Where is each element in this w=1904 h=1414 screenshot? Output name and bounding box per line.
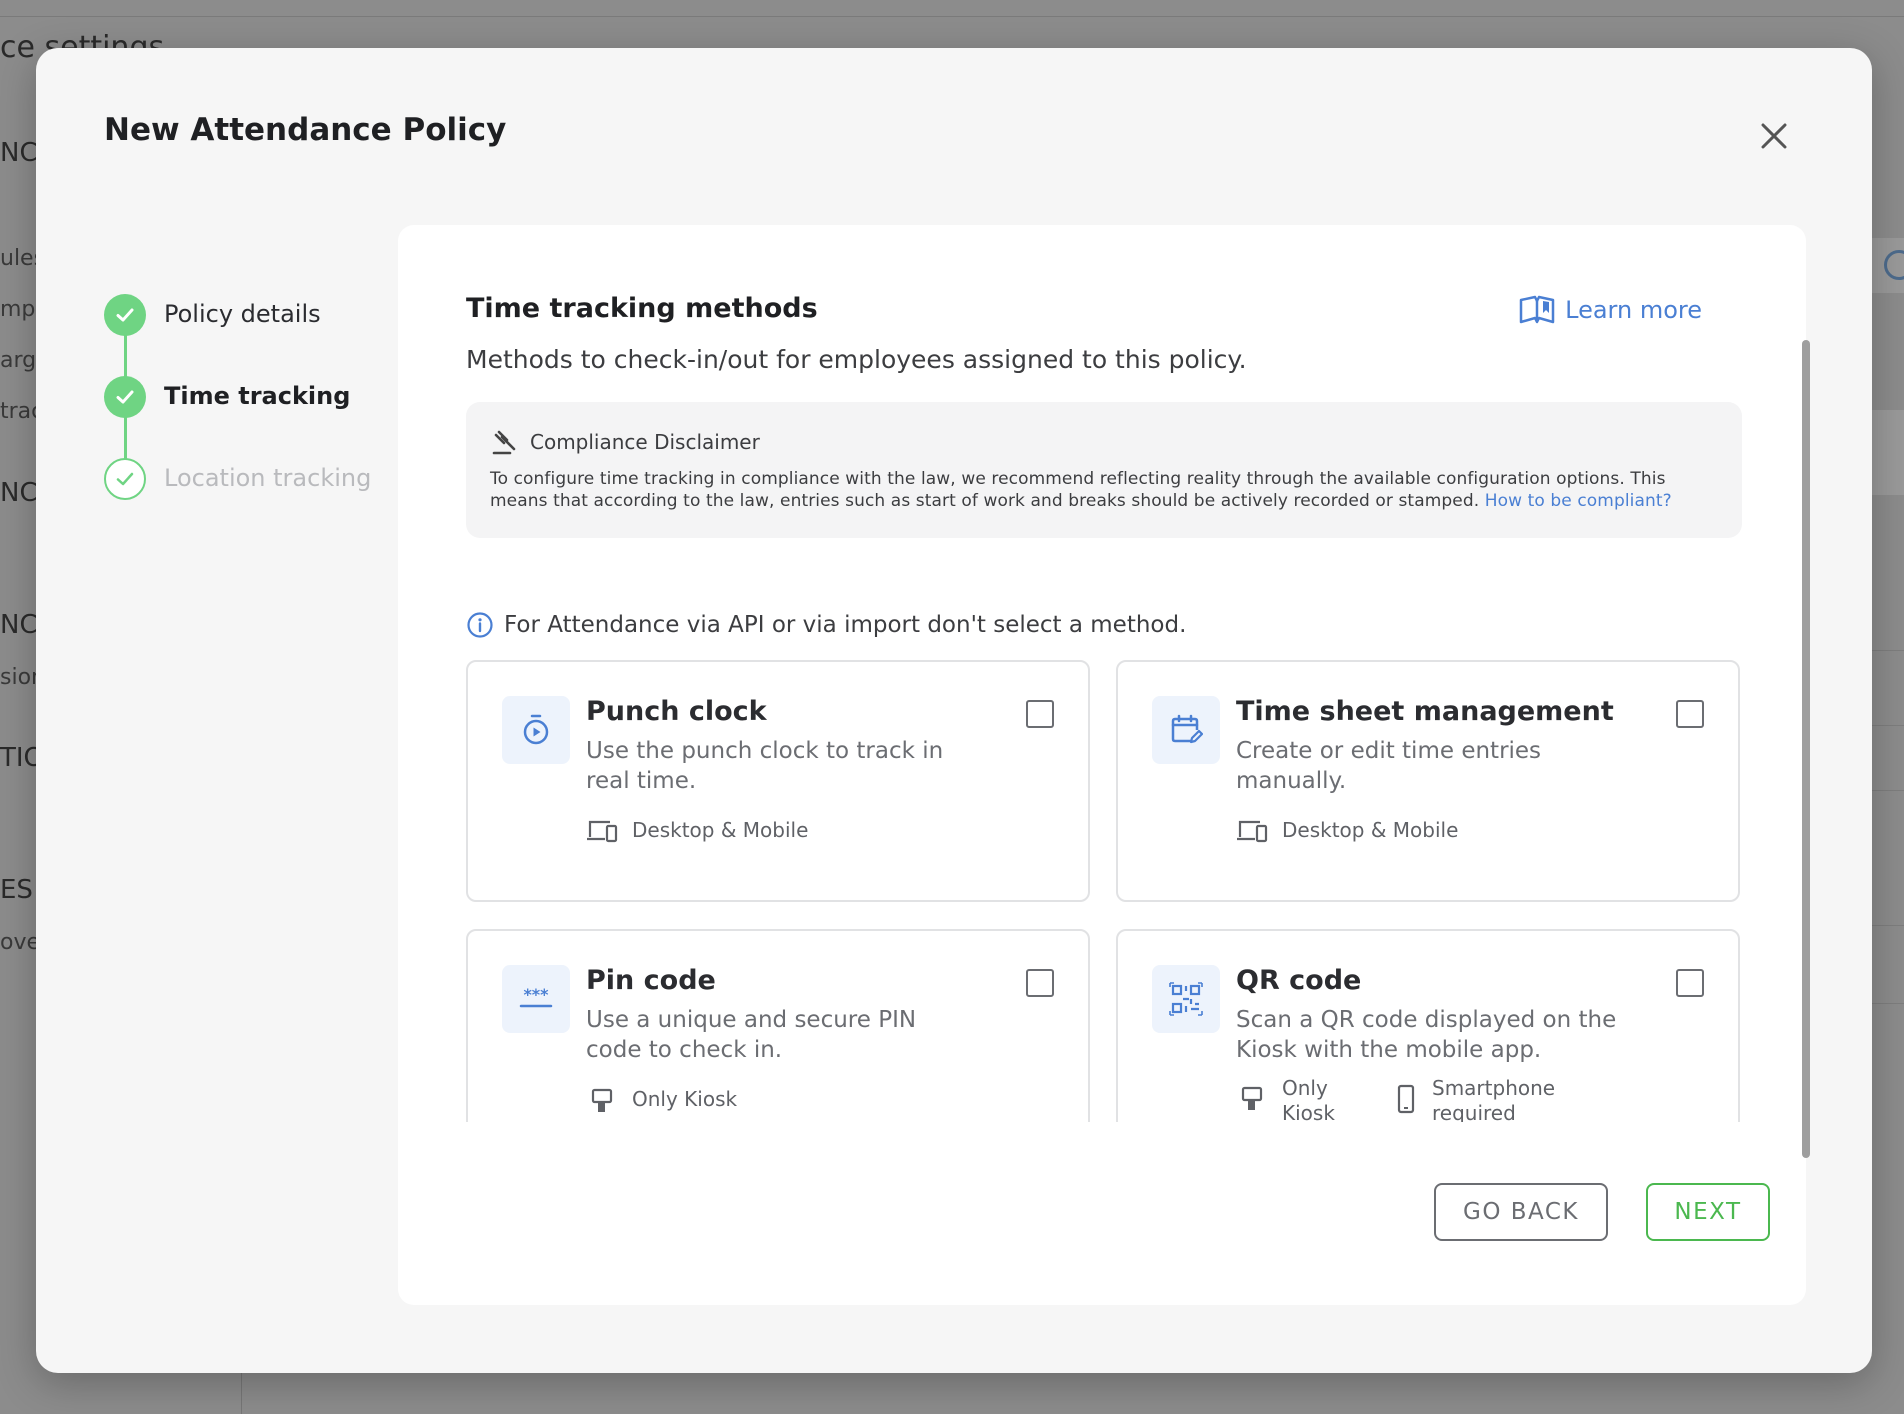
device-tag: Desktop & Mobile: [586, 818, 808, 843]
section-title: Time tracking methods: [466, 293, 818, 324]
kiosk-icon: [1241, 1086, 1263, 1110]
background-section-label: ES: [0, 875, 33, 905]
learn-more-label: Learn more: [1565, 296, 1702, 324]
background-divider: [241, 1370, 242, 1414]
device-label: Smartphone required: [1432, 1076, 1555, 1122]
method-title: Punch clock: [586, 696, 767, 727]
device-tag: Only Kiosk: [1236, 1076, 1335, 1122]
punch-clock-checkbox[interactable]: [1026, 700, 1054, 728]
device-label-line: Kiosk: [1282, 1101, 1335, 1122]
next-button[interactable]: NEXT: [1646, 1183, 1770, 1241]
pin-code-icon: ***: [519, 985, 553, 1008]
method-icon-container: ***: [502, 965, 570, 1033]
smartphone-icon: [1397, 1084, 1415, 1114]
kiosk-icon: [591, 1088, 613, 1112]
learn-more-link[interactable]: Learn more: [1519, 295, 1702, 325]
device-tag: Only Kiosk: [586, 1087, 737, 1114]
qr-code-checkbox[interactable]: [1676, 969, 1704, 997]
content-scrollbar[interactable]: [1802, 340, 1810, 1158]
device-label: Only Kiosk: [1282, 1076, 1335, 1122]
method-card-pin-code[interactable]: *** Pin code Use a unique and secure PIN…: [466, 929, 1090, 1122]
step-complete-indicator: [104, 376, 146, 418]
new-attendance-policy-modal: New Attendance Policy Policy details Tim…: [36, 48, 1872, 1373]
method-title: Time sheet management: [1236, 696, 1614, 727]
device-tag: Smartphone required: [1394, 1076, 1555, 1122]
device-label: Only Kiosk: [632, 1087, 738, 1111]
checkmark-icon: [116, 308, 134, 322]
device-label: Desktop & Mobile: [1282, 818, 1459, 842]
step-label: Location tracking: [164, 464, 372, 492]
time-sheet-management-checkbox[interactable]: [1676, 700, 1704, 728]
step-pending-indicator: [104, 458, 146, 500]
device-label-line: Smartphone: [1432, 1076, 1556, 1100]
checkmark-icon: [116, 390, 134, 404]
device-label-line: required: [1432, 1101, 1516, 1122]
qr-code-icon: [1169, 982, 1203, 1016]
gavel-icon: [492, 430, 516, 455]
disclaimer-title: Compliance Disclaimer: [530, 430, 760, 454]
go-back-button[interactable]: GO BACK: [1434, 1183, 1608, 1241]
desktop-mobile-icon: [587, 820, 618, 843]
method-card-time-sheet-management[interactable]: Time sheet management Create or edit tim…: [1116, 660, 1740, 902]
method-card-punch-clock[interactable]: Punch clock Use the punch clock to track…: [466, 660, 1090, 902]
method-icon-container: [502, 696, 570, 764]
method-title: QR code: [1236, 965, 1362, 996]
pin-code-checkbox[interactable]: [1026, 969, 1054, 997]
checkmark-icon: [116, 472, 134, 486]
modal-title: New Attendance Policy: [104, 112, 507, 148]
device-label: Desktop & Mobile: [632, 818, 809, 842]
step-connector: [124, 334, 127, 378]
method-description: Use a unique and secure PIN code to chec…: [586, 1007, 917, 1063]
background-item: arg: [0, 348, 37, 373]
step-label: Policy details: [164, 300, 321, 328]
step-label: Time tracking: [164, 382, 351, 410]
section-subtitle: Methods to check-in/out for employees as…: [466, 345, 1247, 374]
method-icon-container: [1152, 696, 1220, 764]
method-description: Scan a QR code displayed on the Kiosk wi…: [1236, 1007, 1617, 1063]
desktop-mobile-icon: [1237, 820, 1268, 843]
method-description: Use the punch clock to track in real tim…: [586, 738, 944, 794]
open-book-icon: [1519, 295, 1555, 324]
how-to-be-compliant-link[interactable]: How to be compliant?: [1485, 491, 1672, 511]
step-complete-indicator: [104, 294, 146, 336]
close-icon: [1761, 123, 1787, 149]
device-tag: Desktop & Mobile: [1236, 818, 1458, 843]
step-connector: [124, 416, 127, 460]
method-icon-container: [1152, 965, 1220, 1033]
info-text: For Attendance via API or via import don…: [504, 612, 1187, 638]
device-label-line: Only: [1282, 1076, 1328, 1100]
background-item: mp: [0, 297, 36, 322]
method-description: Create or edit time entries manually.: [1236, 738, 1542, 794]
info-note: For Attendance via API or via import don…: [466, 611, 1186, 639]
compliance-disclaimer: Compliance Disclaimer To configure time …: [466, 402, 1742, 538]
info-icon: [467, 612, 493, 638]
svg-text:***: ***: [523, 985, 549, 1004]
calendar-edit-icon: [1171, 714, 1203, 744]
method-card-qr-code[interactable]: QR code Scan a QR code displayed on the …: [1116, 929, 1740, 1122]
stopwatch-icon: [523, 714, 549, 745]
time-tracking-panel: Time tracking methods Learn more Methods…: [398, 225, 1806, 1305]
method-title: Pin code: [586, 965, 716, 996]
close-button[interactable]: [1756, 118, 1792, 154]
methods-grid: Punch clock Use the punch clock to track…: [398, 660, 1806, 1122]
background-divider: [0, 16, 1904, 17]
